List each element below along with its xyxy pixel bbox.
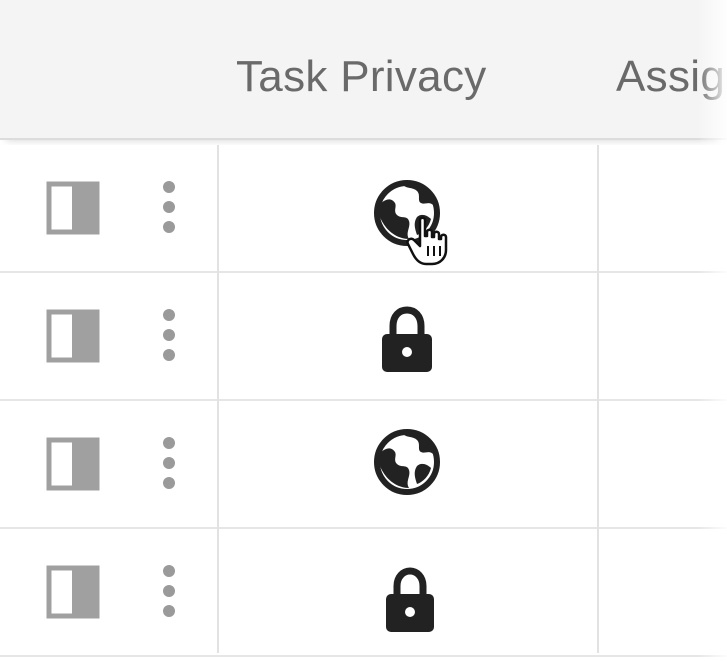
row-select-icon[interactable] bbox=[46, 565, 100, 619]
row-select-icon[interactable] bbox=[46, 309, 100, 363]
lock-icon[interactable] bbox=[367, 300, 447, 380]
kebab-menu-icon[interactable] bbox=[160, 308, 178, 368]
column-divider bbox=[217, 145, 219, 653]
kebab-menu-icon[interactable] bbox=[160, 436, 178, 496]
row-select-icon[interactable] bbox=[46, 437, 100, 491]
globe-icon[interactable] bbox=[367, 173, 447, 253]
globe-icon[interactable] bbox=[367, 422, 447, 502]
table-row bbox=[0, 401, 727, 529]
task-table: Task Privacy Assig bbox=[0, 0, 727, 662]
column-divider bbox=[597, 145, 599, 653]
column-header-assignee[interactable]: Assig bbox=[616, 52, 725, 102]
kebab-menu-icon[interactable] bbox=[160, 564, 178, 624]
table-row bbox=[0, 529, 727, 657]
kebab-menu-icon[interactable] bbox=[160, 180, 178, 240]
table-row bbox=[0, 145, 727, 273]
lock-icon[interactable] bbox=[370, 560, 450, 640]
row-select-icon[interactable] bbox=[46, 181, 100, 235]
table-row bbox=[0, 273, 727, 401]
column-header-task-privacy[interactable]: Task Privacy bbox=[236, 52, 487, 102]
table-header: Task Privacy Assig bbox=[0, 0, 727, 140]
